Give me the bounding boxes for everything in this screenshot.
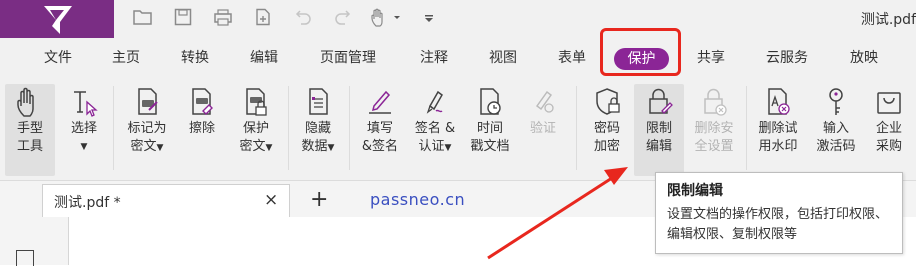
tooltip-title: 限制编辑 xyxy=(667,183,723,199)
tooltip-description: 设置文档的操作权限，包括打印权限、编辑权限、复制权限等 xyxy=(667,207,889,242)
